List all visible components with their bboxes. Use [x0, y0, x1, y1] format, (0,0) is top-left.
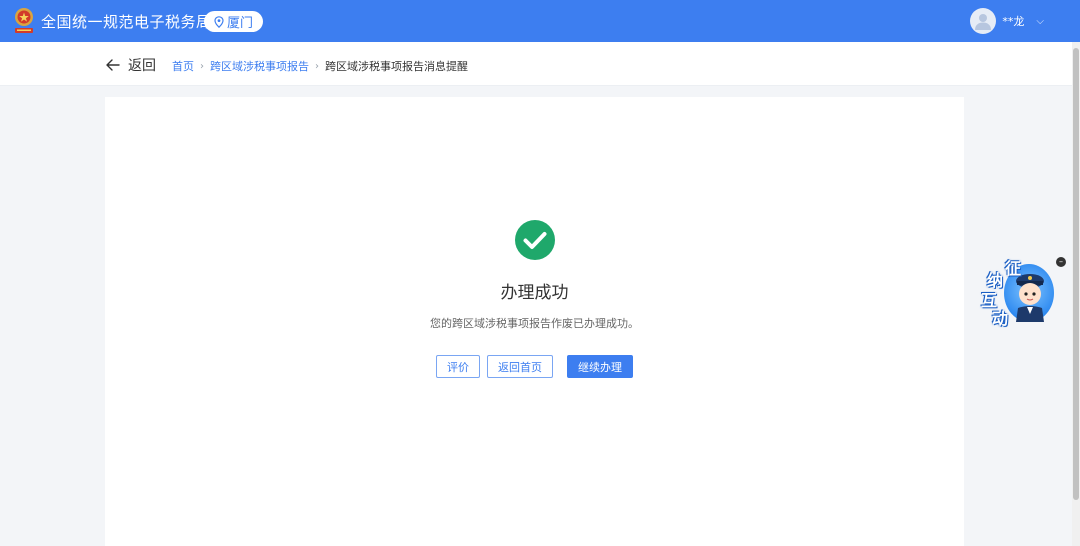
breadcrumb-current: 跨区域涉税事项报告消息提醒 [325, 60, 468, 73]
rate-button[interactable]: 评价 [436, 355, 480, 378]
breadcrumb-separator-icon: › [200, 60, 204, 72]
page: 全国统一规范电子税务局 厦门 **龙 ⌵ 返回 首页 › 跨区域涉税事项报告 ›… [0, 0, 1080, 546]
assistant-char: 征 [1005, 259, 1022, 278]
user-icon [975, 14, 992, 30]
tax-emblem-icon [15, 8, 33, 33]
location-pin-icon [214, 15, 224, 28]
avatar [970, 8, 997, 34]
return-home-button[interactable]: 返回首页 [487, 355, 553, 378]
close-icon[interactable]: – [1056, 257, 1066, 267]
result-card: 办理成功 您的跨区域涉税事项报告作废已办理成功。 评价 返回首页 继续办理 [105, 97, 964, 546]
scrollbar-thumb[interactable] [1073, 48, 1079, 500]
check-circle-icon [515, 220, 555, 260]
user-menu[interactable]: **龙 ⌵ [970, 8, 1044, 34]
assistant-char: 动 [992, 309, 1009, 328]
breadcrumb-report[interactable]: 跨区域涉税事项报告 [210, 58, 309, 74]
city-name: 厦门 [226, 16, 253, 31]
assistant-widget[interactable]: 征 纳 互 动 – [978, 255, 1066, 330]
breadcrumb: 首页 › 跨区域涉税事项报告 › 跨区域涉税事项报告消息提醒 [172, 58, 468, 74]
result-description: 您的跨区域涉税事项报告作废已办理成功。 [430, 317, 639, 330]
chevron-down-icon: ⌵ [1036, 15, 1044, 27]
city-selector[interactable]: 厦门 [204, 11, 263, 32]
back-label: 返回 [128, 58, 156, 74]
action-buttons: 评价 返回首页 继续办理 [105, 355, 964, 378]
site-title: 全国统一规范电子税务局 [41, 13, 212, 31]
breadcrumb-separator-icon: › [315, 60, 319, 72]
arrow-left-icon [106, 59, 120, 71]
top-header: 全国统一规范电子税务局 厦门 **龙 ⌵ [0, 0, 1080, 42]
breadcrumb-home[interactable]: 首页 [172, 58, 194, 74]
user-name: **龙 [1002, 15, 1025, 28]
result-title: 办理成功 [500, 283, 569, 303]
scrollbar[interactable] [1072, 42, 1080, 546]
continue-button[interactable]: 继续办理 [567, 355, 633, 378]
breadcrumb-bar: 返回 首页 › 跨区域涉税事项报告 › 跨区域涉税事项报告消息提醒 [0, 42, 1072, 86]
back-button[interactable]: 返回 [106, 55, 156, 75]
